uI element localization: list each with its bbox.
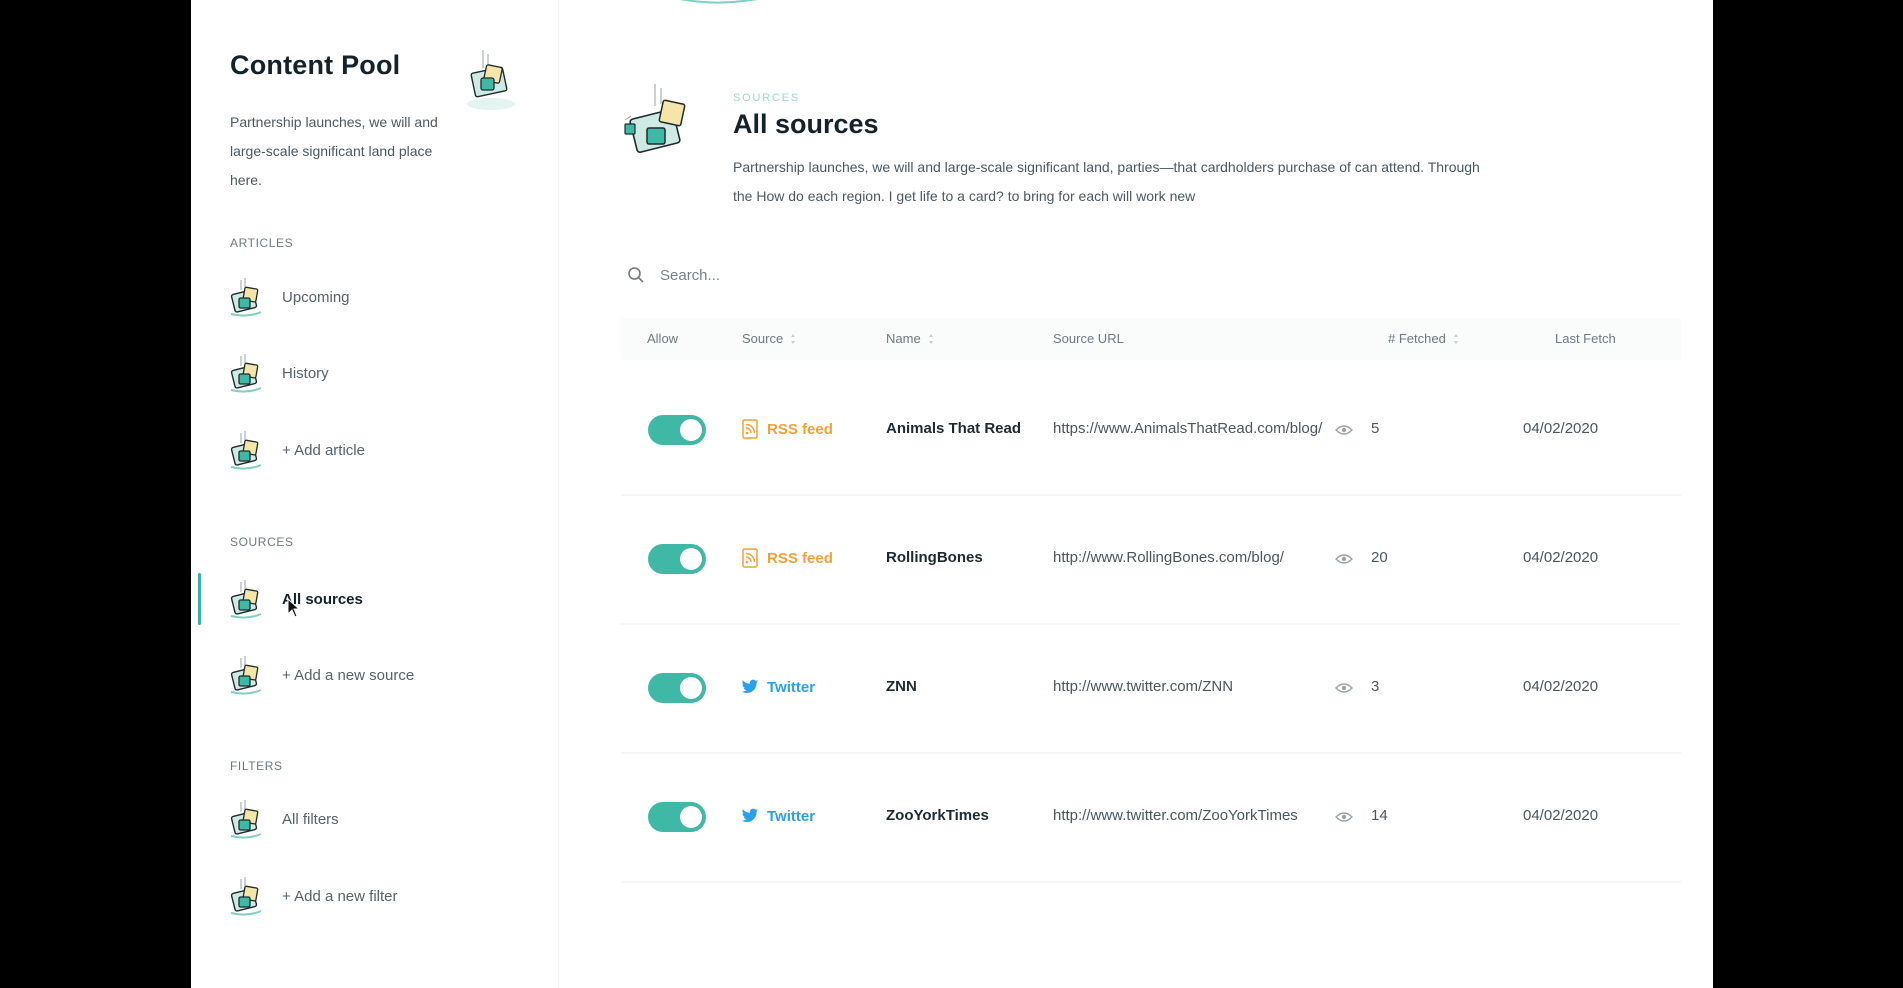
column-header-source[interactable]: Source [742,331,796,346]
sidebar: Content Pool Partnership launches, we wi… [191,0,559,988]
twitter-icon [741,808,759,822]
column-label: Name [886,331,921,346]
source-name: ZNN [886,678,917,695]
eye-icon[interactable] [1335,682,1353,694]
toggle-knob [680,806,702,828]
table-row: RSS feed Animals That Read https://www.A… [621,368,1681,496]
search-input[interactable] [660,266,1000,284]
folder-illustration-icon [227,429,267,473]
column-label: Allow [647,331,679,346]
allow-toggle[interactable] [648,544,706,574]
sources-illustration-icon [624,84,686,153]
last-fetch-date: 04/02/2020 [1523,807,1599,824]
app-window: Content Pool Partnership launches, we wi… [191,0,1713,988]
section-label-filters: Filters [230,759,283,773]
sidebar-item-label: All filters [282,810,339,828]
sidebar-item-label: History [282,364,329,382]
last-fetch-date: 04/02/2020 [1523,549,1599,566]
page-eyebrow: Sources [733,92,800,104]
sidebar-item-upcoming[interactable]: Upcoming [191,262,551,332]
column-header-source-url[interactable]: Source URL [1053,331,1124,346]
decorative-wave-icon [679,0,759,4]
sort-icon [1453,333,1458,344]
allow-toggle[interactable] [648,802,706,832]
sidebar-item-label: + Add article [282,441,365,459]
toggle-knob [680,548,702,570]
column-label: Last Fetch [1555,331,1616,346]
toggle-knob [680,419,702,441]
content-pool-logo-icon [467,50,515,110]
last-fetch-date: 04/02/2020 [1523,678,1599,695]
column-header-allow[interactable]: Allow [647,331,678,346]
allow-toggle[interactable] [648,673,706,703]
toggle-knob [680,677,702,699]
column-header-fetched[interactable]: # Fetched [1388,331,1459,346]
eye-icon[interactable] [1335,424,1353,436]
source-type: Twitter [741,806,815,826]
column-header-name[interactable]: Name [886,331,934,346]
app-description: Partnership launches, we will and large-… [230,114,438,188]
fetched-count: 20 [1371,549,1388,566]
app-title: Content Pool [230,50,401,80]
section-label-sources: Sources [230,535,294,549]
table-row: Twitter ZooYorkTimes http://www.twitter.… [621,755,1681,883]
source-type-label: Twitter [767,807,816,825]
folder-illustration-icon [227,578,267,622]
last-fetch-date: 04/02/2020 [1523,420,1599,437]
fetched-count: 14 [1371,807,1388,824]
column-label: Source [742,331,784,346]
folder-illustration-icon [227,352,267,396]
search-bar[interactable] [627,258,1027,292]
source-url[interactable]: http://www.twitter.com/ZNN [1053,678,1233,695]
allow-toggle[interactable] [648,415,706,445]
eye-icon[interactable] [1335,811,1353,823]
page-title: All sources [733,109,879,139]
sidebar-item-label: + Add a new source [282,666,415,684]
sidebar-item-label: Upcoming [282,288,350,306]
table-header: Allow Source Name Source URL # Fetched L… [621,318,1681,360]
column-label: # Fetched [1388,331,1446,346]
source-name: RollingBones [886,549,983,566]
twitter-icon [741,679,759,693]
folder-illustration-icon [227,875,267,919]
folder-illustration-icon [227,654,267,698]
source-url[interactable]: http://www.RollingBones.com/blog/ [1053,549,1284,566]
folder-illustration-icon [227,798,267,842]
page-description: Partnership launches, we will and large-… [733,159,1480,204]
table-row: RSS feed RollingBones http://www.Rolling… [621,497,1681,625]
source-type-label: Twitter [767,678,816,696]
search-icon [628,267,644,283]
sidebar-item-history[interactable]: History [191,338,551,408]
source-type-label: RSS feed [767,549,833,567]
section-label-articles: Articles [230,236,294,250]
source-name: ZooYorkTimes [886,807,989,824]
sidebar-item-add-filter[interactable]: + Add a new filter [191,861,551,931]
folder-illustration-icon [227,276,267,320]
table-row: Twitter ZNN http://www.twitter.com/ZNN 3… [621,626,1681,754]
sidebar-item-all-filters[interactable]: All filters [191,784,551,854]
sidebar-item-all-sources[interactable]: All sources [191,564,551,634]
sort-icon [928,333,933,344]
rss-icon [742,548,758,568]
source-type: Twitter [741,677,815,697]
fetched-count: 3 [1371,678,1380,695]
column-label: Source URL [1053,331,1124,346]
sidebar-item-add-article[interactable]: + Add article [191,415,551,485]
eye-icon[interactable] [1335,553,1353,565]
sidebar-item-add-source[interactable]: + Add a new source [191,640,551,710]
source-url[interactable]: http://www.twitter.com/ZooYorkTimes [1053,807,1298,824]
source-url[interactable]: https://www.AnimalsThatRead.com/blog/ [1053,420,1322,437]
source-name: Animals That Read [886,420,1022,437]
source-type-label: RSS feed [767,420,833,438]
fetched-count: 5 [1371,420,1380,437]
source-type: RSS feed [741,548,833,568]
source-type: RSS feed [741,419,833,439]
column-header-last-fetch[interactable]: Last Fetch [1555,331,1616,346]
sort-icon [791,333,796,344]
mouse-cursor-icon [287,598,301,618]
sidebar-item-label: + Add a new filter [282,887,398,905]
rss-icon [742,419,758,439]
